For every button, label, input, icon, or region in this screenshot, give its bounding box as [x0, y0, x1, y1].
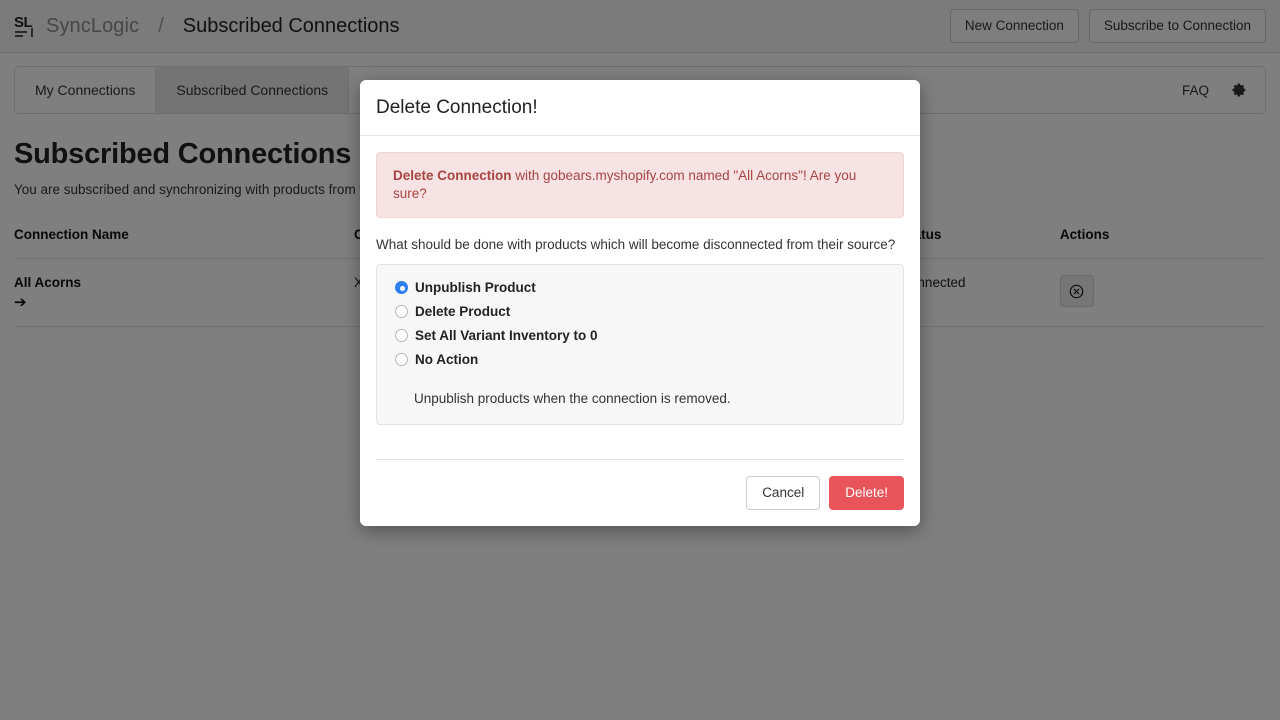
radio-dot-icon — [395, 329, 408, 342]
selected-option-help-text: Unpublish products when the connection i… — [414, 390, 885, 408]
radio-option-no-action[interactable]: No Action — [395, 351, 885, 368]
radio-label-delete-product: Delete Product — [415, 303, 510, 320]
radio-option-delete-product[interactable]: Delete Product — [395, 303, 885, 320]
radio-dot-icon — [395, 305, 408, 318]
radio-label-set-variant-inventory-zero: Set All Variant Inventory to 0 — [415, 327, 598, 344]
disconnect-question: What should be done with products which … — [376, 236, 904, 254]
radio-option-set-variant-inventory-zero[interactable]: Set All Variant Inventory to 0 — [395, 327, 885, 344]
cancel-button[interactable]: Cancel — [746, 476, 820, 510]
modal-footer: Cancel Delete! — [376, 459, 904, 526]
radio-dot-icon — [395, 281, 408, 294]
confirm-delete-button[interactable]: Delete! — [829, 476, 904, 510]
modal-body: Delete Connection with gobears.myshopify… — [360, 136, 920, 441]
radio-label-unpublish-product: Unpublish Product — [415, 279, 536, 296]
danger-alert: Delete Connection with gobears.myshopify… — [376, 152, 904, 218]
radio-dot-icon — [395, 353, 408, 366]
delete-connection-modal: Delete Connection! Delete Connection wit… — [360, 80, 920, 526]
radio-label-no-action: No Action — [415, 351, 478, 368]
modal-header: Delete Connection! — [360, 80, 920, 136]
product-action-radio-group: Unpublish Product Delete Product Set All… — [376, 264, 904, 425]
alert-strong-text: Delete Connection — [393, 168, 512, 183]
radio-option-unpublish-product[interactable]: Unpublish Product — [395, 279, 885, 296]
modal-title: Delete Connection! — [376, 96, 904, 120]
